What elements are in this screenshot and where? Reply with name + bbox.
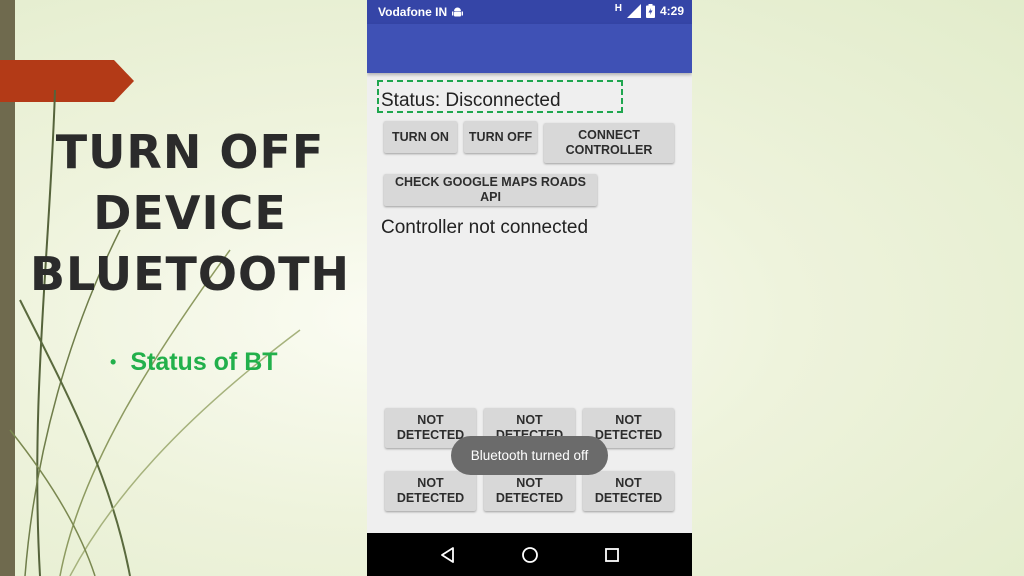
- connect-controller-button[interactable]: CONNECT CONTROLLER: [544, 123, 674, 163]
- network-type: H: [614, 2, 622, 14]
- button-label-line: NOT: [516, 413, 543, 427]
- status-indicators: H 4:29: [614, 2, 684, 18]
- button-label-line: CONTROLLER: [565, 143, 653, 157]
- sensor-button[interactable]: NOT DETECTED: [385, 471, 476, 511]
- button-label-line: NOT: [516, 476, 543, 490]
- slide-title: TURN OFF DEVICE BLUETOOTH: [20, 122, 360, 305]
- button-label-line: DETECTED: [396, 491, 465, 505]
- slide-bullet: • Status of BT: [110, 348, 278, 377]
- battery-icon: [645, 4, 655, 18]
- slide-title-line: TURN OFF: [55, 125, 325, 179]
- sensor-button[interactable]: NOT DETECTED: [583, 471, 674, 511]
- button-label-line: CONNECT: [578, 128, 640, 142]
- button-label-line: NOT: [615, 476, 642, 490]
- home-icon[interactable]: [521, 546, 539, 564]
- back-icon[interactable]: [440, 546, 456, 563]
- button-label-line: NOT: [615, 413, 642, 427]
- app-bar: [367, 24, 692, 73]
- button-label-line: DETECTED: [495, 491, 564, 505]
- carrier-name: Vodafone IN: [378, 5, 448, 19]
- bullet-text: Status of BT: [130, 348, 278, 376]
- status-bar: Vodafone IN H 4:29: [367, 0, 692, 24]
- recents-icon[interactable]: [604, 547, 620, 563]
- slide-title-line: BLUETOOTH: [30, 247, 350, 301]
- android-debug-icon: [452, 7, 464, 17]
- signal-icon: [626, 4, 641, 18]
- carrier: Vodafone IN: [378, 5, 464, 19]
- nav-bar: [367, 533, 692, 576]
- toast-message: Bluetooth turned off: [451, 436, 608, 475]
- turn-off-button[interactable]: TURN OFF: [464, 121, 537, 153]
- turn-on-button[interactable]: TURN ON: [384, 121, 457, 153]
- sensor-button[interactable]: NOT DETECTED: [484, 471, 575, 511]
- button-label-line: DETECTED: [594, 428, 663, 442]
- button-label-line: NOT: [417, 413, 444, 427]
- status-label: Status: Disconnected: [381, 90, 561, 111]
- slide-title-line: DEVICE: [93, 186, 287, 240]
- controller-status-text: Controller not connected: [381, 217, 589, 238]
- bullet-dot-icon: •: [110, 352, 117, 372]
- phone-screen: Vodafone IN H 4:29 Status: Disconnected …: [367, 0, 692, 576]
- clock: 4:29: [659, 4, 684, 18]
- button-label-line: DETECTED: [396, 428, 465, 442]
- check-maps-roads-button[interactable]: CHECK GOOGLE MAPS ROADS API: [384, 174, 597, 206]
- button-label-line: DETECTED: [594, 491, 663, 505]
- button-label-line: NOT: [417, 476, 444, 490]
